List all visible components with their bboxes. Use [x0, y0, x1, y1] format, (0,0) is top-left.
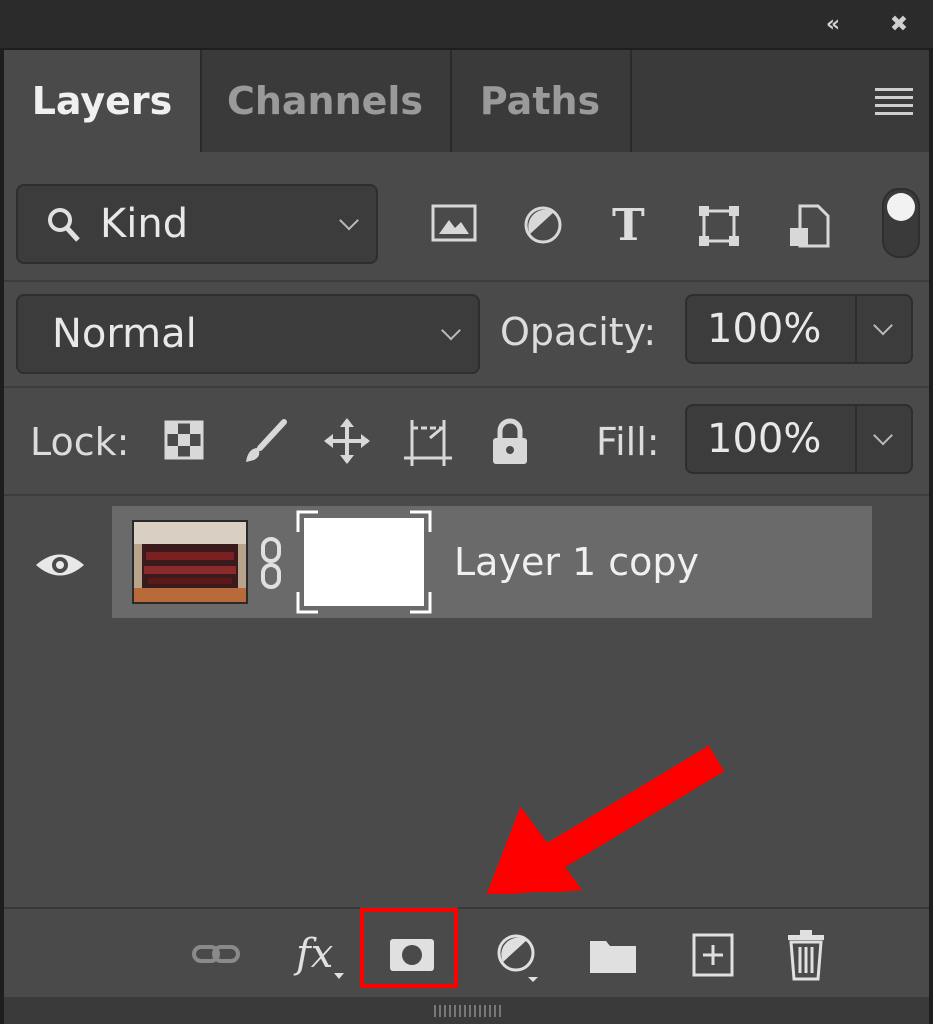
chevron-down-icon: [441, 320, 461, 341]
fill-value: 100%: [707, 416, 822, 462]
tab-bar: Layers Channels Paths: [4, 50, 929, 152]
double-chevron-left-icon[interactable]: «: [818, 10, 848, 40]
blend-mode-value: Normal: [52, 311, 197, 357]
tab-channels[interactable]: Channels: [200, 50, 452, 152]
tab-paths[interactable]: Paths: [450, 50, 632, 152]
opacity-label: Opacity:: [500, 310, 657, 354]
filter-toggle-switch[interactable]: [882, 188, 920, 258]
group-folder-icon[interactable]: [584, 927, 644, 983]
panel-resize-strip[interactable]: [4, 997, 929, 1024]
resize-grip[interactable]: [434, 1005, 504, 1017]
lock-all-icon[interactable]: [490, 418, 530, 466]
adjustment-filter-icon[interactable]: [522, 204, 564, 246]
type-filter-icon[interactable]: T: [612, 200, 645, 251]
blend-mode-select[interactable]: Normal: [16, 294, 480, 374]
layer-row[interactable]: Layer 1 copy: [112, 506, 872, 618]
fill-field[interactable]: 100%: [685, 404, 913, 474]
chain-link-icon[interactable]: [260, 536, 282, 590]
red-arrow-annotation: [486, 745, 724, 894]
lock-position-icon[interactable]: [322, 416, 372, 466]
panel-menu-icon[interactable]: [875, 88, 913, 116]
fx-icon[interactable]: fx: [292, 927, 352, 983]
mask-selection-brackets: [296, 510, 432, 614]
fill-dropdown-button[interactable]: [855, 406, 911, 472]
fx-label: fx: [296, 931, 334, 977]
search-icon: [48, 208, 80, 242]
kind-label: Kind: [100, 201, 189, 247]
smart-object-filter-icon[interactable]: [788, 204, 830, 248]
mask-button-highlight-box: [360, 907, 458, 987]
opacity-value: 100%: [707, 306, 822, 352]
lock-artboard-icon[interactable]: [402, 418, 454, 468]
opacity-dropdown-button[interactable]: [855, 296, 911, 362]
panel-body: Kind T Normal Opacity: 100% Lock: Fill: …: [4, 152, 929, 907]
opacity-field[interactable]: 100%: [685, 294, 913, 364]
panel-titlebar: « ✖: [0, 0, 933, 48]
panel-footer: fx: [4, 907, 929, 999]
chevron-down-icon: [339, 210, 359, 231]
lock-image-pixels-icon[interactable]: [240, 416, 290, 466]
chevron-down-icon: [873, 425, 893, 446]
lock-transparent-pixels-icon[interactable]: [164, 420, 204, 460]
tab-layers[interactable]: Layers: [4, 50, 202, 152]
link-layers-icon[interactable]: [188, 927, 248, 983]
lock-label: Lock:: [30, 420, 130, 464]
chevron-down-icon: [873, 315, 893, 336]
kind-filter-select[interactable]: Kind: [16, 184, 378, 264]
fill-label: Fill:: [596, 420, 660, 464]
eye-visibility-icon[interactable]: [34, 550, 86, 580]
image-filter-icon[interactable]: [431, 204, 477, 244]
group-photo-thumbnail: [134, 522, 246, 602]
layers-panel: « ✖ Layers Channels Paths Kind T Normal …: [0, 0, 933, 1024]
new-layer-icon[interactable]: [684, 927, 744, 983]
trash-icon[interactable]: [776, 927, 836, 983]
adjustment-layer-icon[interactable]: [488, 927, 548, 983]
shape-filter-icon[interactable]: [697, 204, 741, 248]
layer-name[interactable]: Layer 1 copy: [454, 540, 699, 584]
layer-thumbnail[interactable]: [132, 520, 248, 604]
close-icon[interactable]: ✖: [884, 10, 914, 40]
